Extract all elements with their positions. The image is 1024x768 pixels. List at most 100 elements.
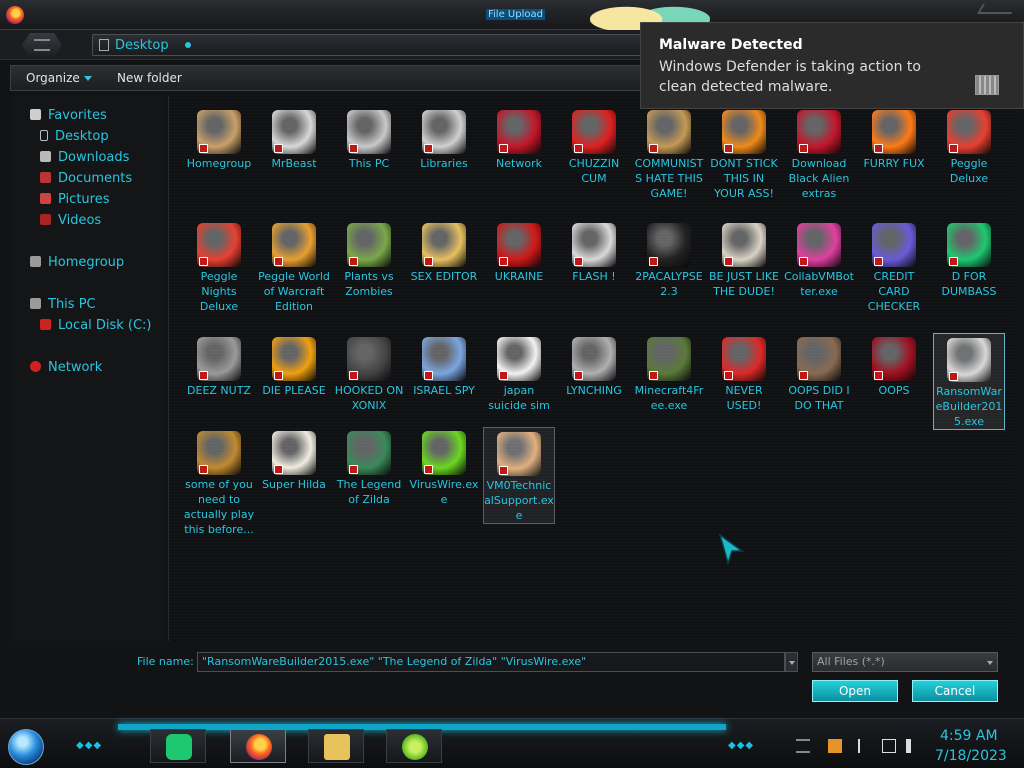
file-item[interactable]: DIE PLEASE [258, 333, 330, 398]
volume-icon[interactable] [906, 739, 920, 753]
file-item[interactable]: CHUZZIN CUM [558, 106, 630, 186]
limewire-icon [422, 431, 466, 475]
nav-local-disk[interactable]: Local Disk (C:) [40, 318, 151, 333]
file-item[interactable]: some of you need to actually play this b… [183, 427, 255, 537]
folder-icon [324, 734, 350, 760]
file-item[interactable]: D FOR DUMBASS [933, 219, 1005, 299]
file-item[interactable]: FURRY FUX [858, 106, 930, 171]
file-item[interactable]: Download Black Alien extras [783, 106, 855, 201]
breadcrumb-arrow-icon[interactable] [185, 42, 191, 48]
shortcut-arrow-icon [199, 371, 208, 380]
file-item[interactable]: ISRAEL SPY [408, 333, 480, 398]
santa-icon [722, 223, 766, 267]
file-item[interactable]: VM0TechnicalSupport.exe [483, 427, 555, 524]
malware-notification[interactable]: Malware Detected Windows Defender is tak… [640, 22, 1024, 109]
taskbar-viruswire[interactable] [386, 729, 442, 763]
windows-stack-icon [197, 337, 241, 381]
portrait-icon [797, 337, 841, 381]
file-item[interactable]: CREDIT CARD CHECKER [858, 219, 930, 314]
file-label: The Legend of Zilda [336, 478, 402, 506]
file-item[interactable]: Peggle World of Warcraft Edition [258, 219, 330, 314]
file-item[interactable]: OOPS [858, 333, 930, 398]
file-item[interactable]: Peggle Nights Deluxe [183, 219, 255, 314]
shortcut-arrow-icon [424, 371, 433, 380]
file-item[interactable]: Minecraft4Free.exe [633, 333, 705, 413]
desktop-screen: File Upload Desktop Organize New folder … [0, 0, 1024, 768]
back-forward-button[interactable] [22, 33, 62, 57]
file-label: SEX EDITOR [410, 270, 478, 283]
file-item[interactable]: DEEZ NUTZ [183, 333, 255, 398]
file-item[interactable]: RansomWareBuilder2015.exe [933, 333, 1005, 430]
file-item[interactable]: HOOKED ON XONIX [333, 333, 405, 413]
file-label: DIE PLEASE [262, 384, 326, 397]
shortcut-arrow-icon [649, 371, 658, 380]
organize-button[interactable]: Organize [26, 71, 92, 85]
shortcut-arrow-icon [574, 144, 583, 153]
nav-pictures[interactable]: Pictures [40, 192, 109, 207]
shortcut-arrow-icon [349, 144, 358, 153]
file-item[interactable]: LYNCHING [558, 333, 630, 398]
clock-time[interactable]: 4:59 AM [940, 728, 998, 744]
file-label: Super Hilda [262, 478, 326, 491]
file-item[interactable]: DONT STICK THIS IN YOUR ASS! [708, 106, 780, 201]
file-item[interactable]: Super Hilda [258, 427, 330, 492]
shortcut-arrow-icon [499, 144, 508, 153]
network-tray-icon[interactable] [882, 739, 896, 753]
new-folder-button[interactable]: New folder [117, 71, 182, 85]
de-icon [272, 337, 316, 381]
file-item[interactable]: CollabVMBotter.exe [783, 219, 855, 299]
shortcut-arrow-icon [499, 371, 508, 380]
file-item[interactable]: Libraries [408, 106, 480, 171]
file-label: Peggle Deluxe [949, 157, 989, 185]
nav-favorites[interactable]: Favorites [30, 108, 107, 123]
file-item[interactable]: OOPS DID I DO THAT [783, 333, 855, 413]
file-item[interactable]: 2PACALYPSE 2.3 [633, 219, 705, 299]
shortcut-arrow-icon [649, 257, 658, 266]
file-item[interactable]: COMMUNISTS HATE THIS GAME! [633, 106, 705, 201]
file-item[interactable]: SEX EDITOR [408, 219, 480, 284]
computer-icon [30, 298, 41, 309]
file-item[interactable]: UKRAINE [483, 219, 555, 284]
file-item[interactable]: Homegroup [183, 106, 255, 171]
address-field[interactable]: Desktop [92, 34, 652, 56]
file-item[interactable]: NEVER USED! [708, 333, 780, 413]
nav-documents[interactable]: Documents [40, 171, 132, 186]
shortcut-arrow-icon [949, 372, 958, 381]
taskbar-file-explorer[interactable] [308, 729, 364, 763]
keyboard-icon[interactable] [796, 739, 810, 753]
nav-this-pc[interactable]: This PC [30, 297, 96, 312]
file-label: D FOR DUMBASS [941, 270, 997, 298]
file-name-dropdown-button[interactable] [785, 652, 798, 672]
nav-desktop[interactable]: Desktop [40, 129, 109, 144]
file-item[interactable]: Network [483, 106, 555, 171]
file-item[interactable]: FLASH ! [558, 219, 630, 284]
red-orb-icon [872, 337, 916, 381]
file-item[interactable]: This PC [333, 106, 405, 171]
file-item[interactable]: Peggle Deluxe [933, 106, 1005, 186]
file-name-label: File name: [137, 655, 194, 668]
nav-downloads[interactable]: Downloads [40, 150, 129, 165]
cancel-button[interactable]: Cancel [912, 680, 998, 702]
file-item[interactable]: BE JUST LIKE THE DUDE! [708, 219, 780, 299]
red-orb-icon [797, 110, 841, 154]
nav-homegroup[interactable]: Homegroup [30, 255, 124, 270]
nav-network[interactable]: Network [30, 360, 102, 375]
file-item[interactable]: The Legend of Zilda [333, 427, 405, 507]
app-tray-icon[interactable] [828, 739, 842, 753]
file-item[interactable]: Plants vs Zombies [333, 219, 405, 299]
file-item[interactable]: VirusWire.exe [408, 427, 480, 507]
taskbar-firefox[interactable] [230, 729, 286, 763]
taskbar-chat-app[interactable] [150, 729, 206, 763]
nav-videos[interactable]: Videos [40, 213, 101, 228]
file-name-input[interactable]: "RansomWareBuilder2015.exe" "The Legend … [197, 652, 785, 672]
star-icon [30, 109, 41, 120]
file-type-filter[interactable]: All Files (*.*) [812, 652, 998, 672]
start-button[interactable] [8, 729, 44, 765]
file-item[interactable]: japan suicide sim [483, 333, 555, 413]
open-button[interactable]: Open [812, 680, 898, 702]
clock-date[interactable]: 7/18/2023 [935, 748, 1007, 764]
mouse-cursor-icon [718, 533, 744, 565]
flag-icon[interactable] [858, 739, 872, 753]
shortcut-arrow-icon [274, 465, 283, 474]
file-item[interactable]: MrBeast [258, 106, 330, 171]
